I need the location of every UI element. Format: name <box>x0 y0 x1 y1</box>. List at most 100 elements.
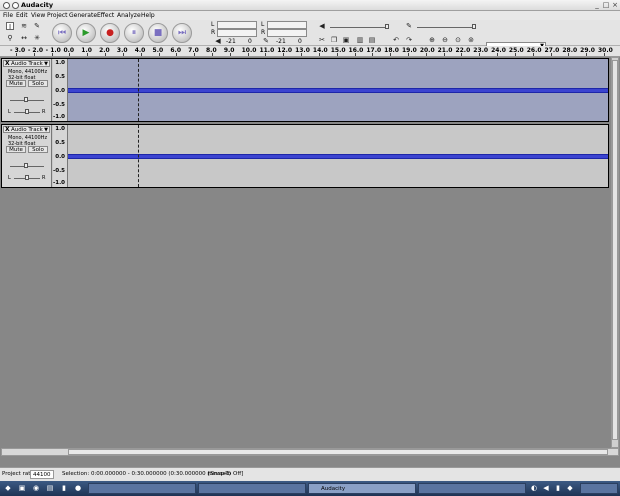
toolbar-area: I ≋ ✎ ⚲ ↔ ✳ ⏮ ▶ ● ⏸ ■ ⏭ L L R R ◀ -21 0 … <box>0 20 620 51</box>
output-volume-slider[interactable] <box>330 27 385 28</box>
ruler-tick <box>140 53 142 56</box>
waveform-area[interactable] <box>68 125 608 187</box>
app-icon-extra[interactable]: ● <box>74 484 82 492</box>
network-icon[interactable]: ◐ <box>530 484 538 492</box>
fit-selection-icon[interactable]: ⊙ <box>454 36 462 44</box>
redo-icon[interactable]: ↷ <box>405 36 413 44</box>
track-header[interactable]: X Audio Track ▼ <box>3 60 50 67</box>
pan-knob[interactable] <box>25 109 29 114</box>
selection-tool-icon[interactable]: I <box>6 22 14 31</box>
horizontal-scroll-thumb[interactable] <box>68 449 608 455</box>
solo-button[interactable]: Solo <box>28 80 48 87</box>
ruler-tick <box>372 53 374 56</box>
taskbar-item-1[interactable] <box>88 483 196 494</box>
meter-l2-label: L <box>261 21 265 28</box>
audio-track-1[interactable]: X Audio Track ▼ Mono, 44100Hz 32-bit flo… <box>1 58 609 122</box>
menu-analyze[interactable]: Analyze <box>117 12 141 19</box>
skip-start-button[interactable]: ⏮ <box>52 23 72 43</box>
timeline-ruler[interactable]: - 3.0- 2.0- 1.0 0.0 1.0 2.0 3.0 4.0 5.0 6.0 7.0 8… <box>0 46 620 57</box>
snap-status: [Snap-To Off] <box>208 471 244 477</box>
menu-generate[interactable]: Generate <box>69 12 97 19</box>
track-name[interactable]: Audio Track <box>11 127 43 133</box>
menu-help[interactable]: Help <box>141 12 155 19</box>
record-button[interactable]: ● <box>100 23 120 43</box>
trim-icon[interactable]: ▥ <box>356 36 364 44</box>
gain-knob[interactable] <box>24 97 28 102</box>
copy-icon[interactable]: ❐ <box>330 36 338 44</box>
zoom-tool-icon[interactable]: ⚲ <box>6 34 14 42</box>
output-volume-knob[interactable] <box>385 24 389 29</box>
ruler-label: 18.0 <box>384 47 399 54</box>
fit-project-icon[interactable]: ⊚ <box>467 36 475 44</box>
timeshift-tool-icon[interactable]: ↔ <box>20 34 28 42</box>
taskbar-item-2[interactable] <box>198 483 306 494</box>
gain-knob[interactable] <box>24 163 28 168</box>
menu-effect[interactable]: Effect <box>97 12 114 19</box>
mute-button[interactable]: Mute <box>6 146 26 153</box>
zoom-out-icon[interactable]: ⊖ <box>441 36 449 44</box>
close-icon[interactable]: × <box>611 1 619 9</box>
clock[interactable] <box>580 483 618 494</box>
audio-track-2[interactable]: X Audio Track ▼ Mono, 44100Hz 32-bit flo… <box>1 124 609 188</box>
record-meter-r[interactable] <box>267 29 307 37</box>
cut-icon[interactable]: ✂ <box>318 36 326 44</box>
tray-icon-extra[interactable]: ◆ <box>566 484 574 492</box>
undo-icon[interactable]: ↶ <box>392 36 400 44</box>
record-meter-l[interactable] <box>267 21 307 29</box>
start-menu-icon[interactable]: ◆ <box>4 484 12 492</box>
meter-l-label: L <box>211 21 215 28</box>
sticky-icon[interactable] <box>12 2 19 9</box>
vertical-scrollbar[interactable] <box>611 57 619 448</box>
playback-meter-r[interactable] <box>217 29 257 37</box>
menu-view[interactable]: View <box>31 12 45 19</box>
ruler-label: 24.0 <box>491 47 506 54</box>
maximize-icon[interactable]: □ <box>602 1 610 9</box>
vertical-scroll-thumb[interactable] <box>612 60 618 440</box>
pause-button[interactable]: ⏸ <box>124 23 144 43</box>
ruler-tick <box>87 53 89 56</box>
minimize-icon[interactable]: _ <box>593 1 601 9</box>
project-rate-select[interactable]: 44100 <box>30 470 54 479</box>
input-volume-slider[interactable] <box>417 27 472 28</box>
taskbar-item-audacity[interactable]: Audacity <box>308 483 416 494</box>
battery-icon[interactable]: ▮ <box>554 484 562 492</box>
playback-meter-l[interactable] <box>217 21 257 29</box>
draw-tool-icon[interactable]: ✎ <box>33 22 41 30</box>
solo-button[interactable]: Solo <box>28 146 48 153</box>
track-header[interactable]: X Audio Track ▼ <box>3 126 50 133</box>
mute-button[interactable]: Mute <box>6 80 26 87</box>
skip-end-button[interactable]: ⏭ <box>172 23 192 43</box>
menu-file[interactable]: File <box>3 12 13 19</box>
play-button[interactable]: ▶ <box>76 23 96 43</box>
status-bar: Project rate: 44100 Selection: 0:00.0000… <box>0 467 620 481</box>
waveform-area[interactable] <box>68 59 608 121</box>
multi-tool-icon[interactable]: ✳ <box>33 34 41 42</box>
envelope-tool-icon[interactable]: ≋ <box>20 22 28 30</box>
track-close-icon[interactable]: X <box>5 60 10 67</box>
taskbar-item-4[interactable] <box>418 483 526 494</box>
ruler-tick <box>16 53 17 56</box>
track-menu-chevron-icon[interactable]: ▼ <box>44 127 48 133</box>
menu-edit[interactable]: Edit <box>16 12 28 19</box>
volume-tray-icon[interactable]: ◀ <box>542 484 550 492</box>
browser-icon[interactable]: ◉ <box>32 484 40 492</box>
track-menu-chevron-icon[interactable]: ▼ <box>44 61 48 67</box>
ruler-label: 19.0 <box>402 47 417 54</box>
ruler-tick <box>568 53 570 56</box>
zoom-in-icon[interactable]: ⊕ <box>428 36 436 44</box>
input-volume-knob[interactable] <box>472 24 476 29</box>
selection-status: Selection: 0:00.000000 - 0:30.000000 (0:… <box>62 471 231 477</box>
files-icon[interactable]: ▤ <box>46 484 54 492</box>
ruler-tick <box>497 53 499 56</box>
paste-icon[interactable]: ▣ <box>342 36 350 44</box>
track-close-icon[interactable]: X <box>5 126 10 133</box>
launcher-icon[interactable]: ▣ <box>18 484 26 492</box>
stop-button[interactable]: ■ <box>148 23 168 43</box>
pan-knob[interactable] <box>25 175 29 180</box>
terminal-icon[interactable]: ▮ <box>60 484 68 492</box>
track-name[interactable]: Audio Track <box>11 61 43 67</box>
horizontal-scrollbar[interactable] <box>1 448 619 456</box>
meter-r-label: R <box>211 29 216 36</box>
menu-project[interactable]: Project <box>47 12 68 19</box>
silence-icon[interactable]: ▤ <box>368 36 376 44</box>
